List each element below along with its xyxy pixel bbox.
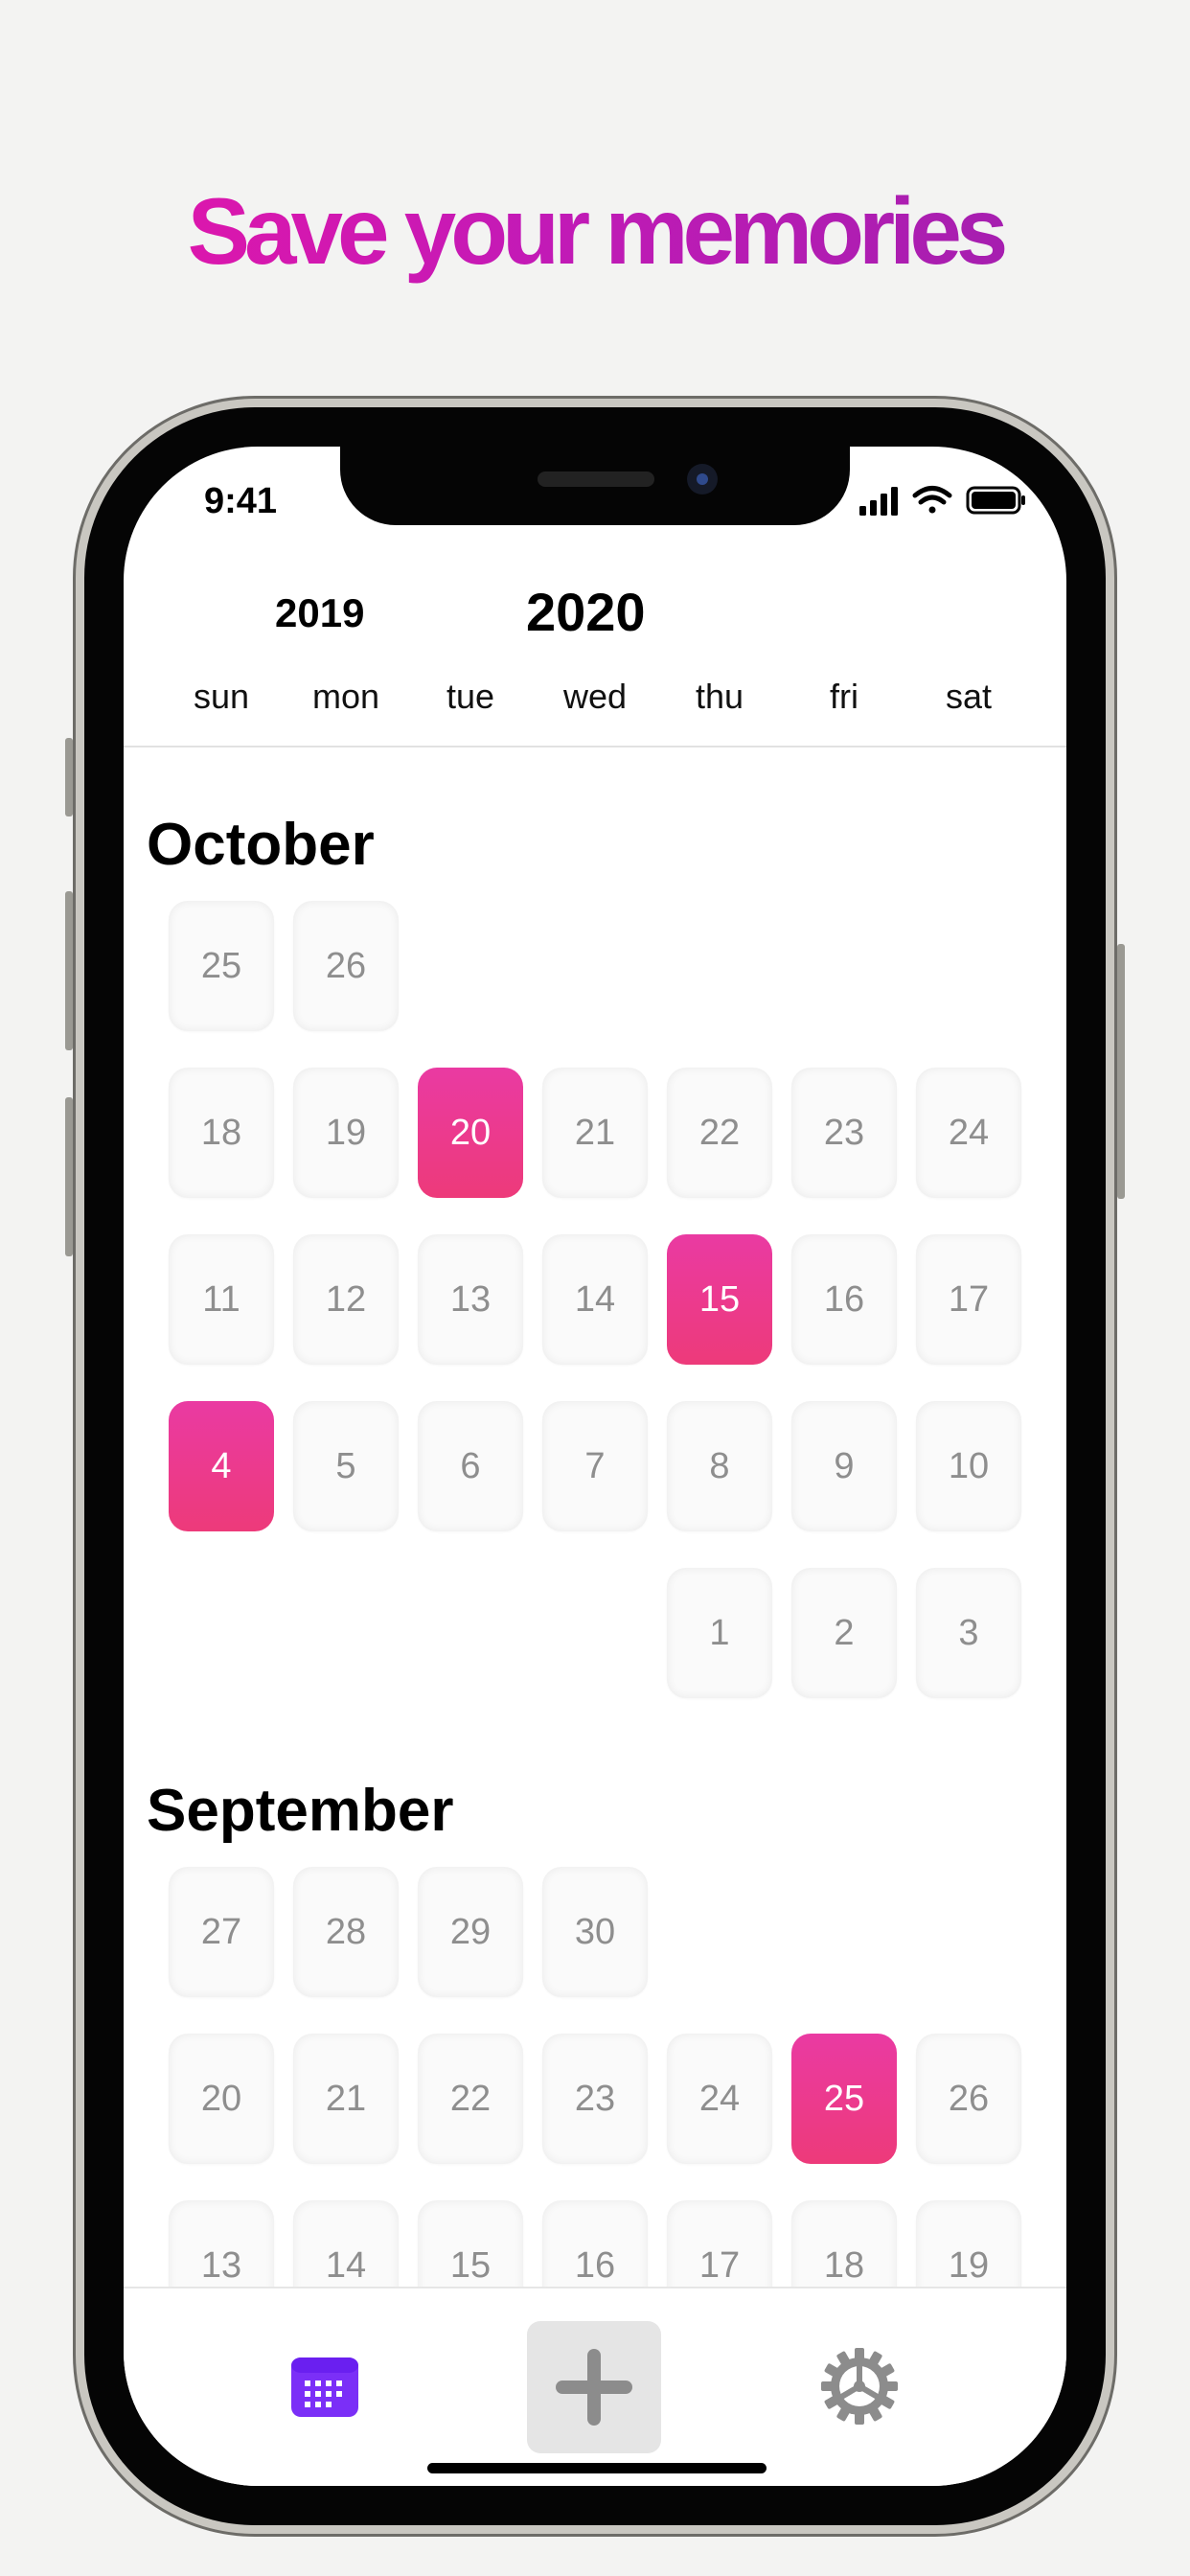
day-cell[interactable]: 23 — [542, 2034, 648, 2164]
day-cell[interactable]: 7 — [542, 1401, 648, 1531]
day-cell[interactable]: 19 — [916, 2200, 1021, 2287]
day-cell[interactable]: 25 — [169, 901, 274, 1031]
day-cell[interactable]: 26 — [916, 2034, 1021, 2164]
day-cell[interactable]: 26 — [293, 901, 399, 1031]
home-indicator — [427, 2463, 767, 2473]
day-cell-marked[interactable]: 15 — [667, 1234, 772, 1365]
year-tab-2019[interactable]: 2019 — [275, 590, 364, 636]
day-cell[interactable]: 2 — [791, 1568, 897, 1698]
day-cell[interactable]: 5 — [293, 1401, 399, 1531]
day-cell[interactable]: 28 — [293, 1867, 399, 1997]
day-cell-marked[interactable]: 4 — [169, 1401, 274, 1531]
notch — [340, 447, 850, 525]
month-title-october: October — [147, 812, 375, 878]
year-tab-2020[interactable]: 2020 — [526, 581, 646, 643]
day-cell[interactable]: 27 — [169, 1867, 274, 1997]
power-button — [1117, 944, 1125, 1199]
day-cell[interactable]: 22 — [667, 1068, 772, 1198]
day-cell[interactable]: 24 — [667, 2034, 772, 2164]
day-cell[interactable]: 21 — [542, 1068, 648, 1198]
speaker — [538, 472, 654, 487]
day-cell[interactable]: 14 — [542, 1234, 648, 1365]
weekday-mon: mon — [311, 677, 380, 716]
weekday-sun: sun — [193, 677, 250, 716]
weekday-sat: sat — [945, 677, 993, 716]
day-cell[interactable]: 6 — [418, 1401, 523, 1531]
weekday-thu: thu — [695, 677, 744, 716]
day-cell[interactable]: 13 — [418, 1234, 523, 1365]
day-cell[interactable]: 18 — [791, 2200, 897, 2287]
day-cell[interactable]: 13 — [169, 2200, 274, 2287]
mute-switch — [65, 738, 73, 816]
day-cell[interactable]: 20 — [169, 2034, 274, 2164]
battery-icon — [966, 486, 1025, 515]
day-cell[interactable]: 22 — [418, 2034, 523, 2164]
calendar-scroll[interactable]: October September 25 26 18 19 20 21 22 23 24 11 12… — [124, 748, 1066, 2287]
day-cell-marked[interactable]: 25 — [791, 2034, 897, 2164]
status-icons — [859, 486, 1025, 516]
day-cell[interactable]: 8 — [667, 1401, 772, 1531]
camera — [687, 464, 718, 494]
day-cell[interactable]: 11 — [169, 1234, 274, 1365]
day-cell[interactable]: 18 — [169, 1068, 274, 1198]
headline: Save your memories — [0, 177, 1190, 286]
day-cell[interactable]: 3 — [916, 1568, 1021, 1698]
wifi-icon — [912, 486, 952, 514]
day-cell[interactable]: 19 — [293, 1068, 399, 1198]
tab-bar — [124, 2287, 1066, 2486]
calendar-icon[interactable] — [291, 2358, 358, 2417]
day-cell[interactable]: 30 — [542, 1867, 648, 1997]
day-cell[interactable]: 29 — [418, 1867, 523, 1997]
day-cell[interactable]: 9 — [791, 1401, 897, 1531]
day-cell-marked[interactable]: 20 — [418, 1068, 523, 1198]
add-button[interactable] — [527, 2321, 661, 2453]
day-cell[interactable]: 10 — [916, 1401, 1021, 1531]
day-cell[interactable]: 17 — [916, 1234, 1021, 1365]
day-cell[interactable]: 21 — [293, 2034, 399, 2164]
month-title-september: September — [147, 1778, 454, 1844]
day-cell[interactable]: 17 — [667, 2200, 772, 2287]
gear-icon[interactable] — [821, 2348, 898, 2425]
day-cell[interactable]: 15 — [418, 2200, 523, 2287]
volume-up-button — [65, 891, 73, 1050]
weekday-tue: tue — [446, 677, 495, 716]
day-cell[interactable]: 14 — [293, 2200, 399, 2287]
day-cell[interactable]: 1 — [667, 1568, 772, 1698]
signal-icon — [859, 487, 898, 516]
day-cell[interactable]: 12 — [293, 1234, 399, 1365]
weekday-fri: fri — [830, 677, 858, 716]
weekday-wed: wed — [562, 677, 628, 716]
volume-down-button — [65, 1097, 73, 1256]
phone-screen: 9:41 2019 2020 sun mon tue wed thu fri s… — [124, 447, 1066, 2486]
day-cell[interactable]: 16 — [791, 1234, 897, 1365]
day-cell[interactable]: 23 — [791, 1068, 897, 1198]
day-cell[interactable]: 16 — [542, 2200, 648, 2287]
plus-icon — [556, 2349, 632, 2426]
status-time: 9:41 — [204, 481, 278, 521]
day-cell[interactable]: 24 — [916, 1068, 1021, 1198]
